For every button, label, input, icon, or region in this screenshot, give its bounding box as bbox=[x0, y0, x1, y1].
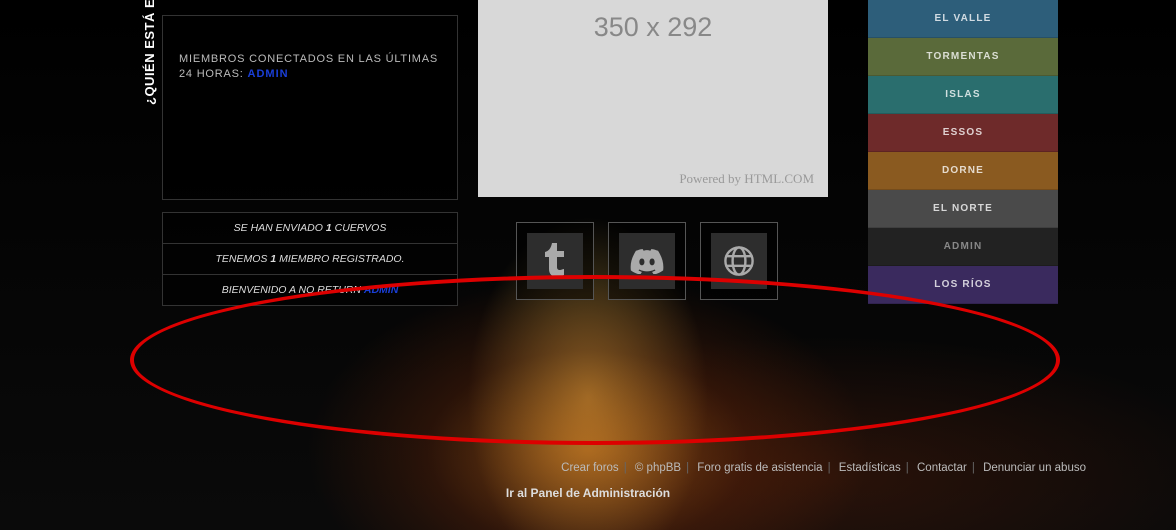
whos-online-label: ¿QUIÉN ESTÁ EN LÍNEA? bbox=[142, 0, 157, 105]
region-essos[interactable]: ESSOS bbox=[868, 114, 1058, 152]
social-icons-row bbox=[516, 222, 778, 300]
footer-link-crear-foros[interactable]: Crear foros bbox=[561, 462, 619, 474]
separator: | bbox=[619, 462, 632, 474]
online-admin-link[interactable]: ADMIN bbox=[248, 68, 289, 80]
tumblr-icon bbox=[527, 233, 583, 289]
stats-line-ravens: SE HAN ENVIADO 1 CUERVOS bbox=[163, 213, 457, 244]
footer-links: Crear foros| © phpBB| Foro gratis de asi… bbox=[561, 462, 1086, 474]
separator: | bbox=[967, 462, 980, 474]
separator: | bbox=[901, 462, 914, 474]
region-tormentas[interactable]: TORMENTAS bbox=[868, 38, 1058, 76]
region-islas[interactable]: ISLAS bbox=[868, 76, 1058, 114]
separator: | bbox=[823, 462, 836, 474]
discord-icon bbox=[619, 233, 675, 289]
web-button[interactable] bbox=[700, 222, 778, 300]
footer-link-contactar[interactable]: Contactar bbox=[917, 462, 967, 474]
stats-text: CUERVOS bbox=[332, 222, 387, 234]
placeholder-dimensions: 350 x 292 bbox=[594, 12, 713, 43]
footer-link-denunciar[interactable]: Denunciar un abuso bbox=[983, 462, 1086, 474]
regions-sidebar: EL VALLE TORMENTAS ISLAS ESSOS DORNE EL … bbox=[868, 0, 1058, 304]
stats-line-welcome: BIENVENIDO A NO RETURN ADMIN bbox=[163, 275, 457, 305]
region-dorne[interactable]: DORNE bbox=[868, 152, 1058, 190]
footer-link-estadisticas[interactable]: Estadísticas bbox=[839, 462, 901, 474]
welcome-admin-link[interactable]: ADMIN bbox=[364, 284, 398, 296]
globe-icon bbox=[711, 233, 767, 289]
stats-text: SE HAN ENVIADO bbox=[234, 222, 326, 234]
placeholder-powered-by: Powered by HTML.COM bbox=[679, 171, 814, 187]
discord-button[interactable] bbox=[608, 222, 686, 300]
image-placeholder: 350 x 292 Powered by HTML.COM bbox=[478, 0, 828, 197]
separator: | bbox=[681, 462, 694, 474]
stats-text: BIENVENIDO A NO RETURN bbox=[222, 284, 364, 296]
region-los-rios[interactable]: LOS RÍOS bbox=[868, 266, 1058, 304]
stats-text: TENEMOS bbox=[215, 253, 270, 265]
footer-link-phpbb[interactable]: © phpBB bbox=[635, 462, 681, 474]
footer-link-asistencia[interactable]: Foro gratis de asistencia bbox=[697, 462, 822, 474]
stats-line-members: TENEMOS 1 MIEMBRO REGISTRADO. bbox=[163, 244, 457, 275]
admin-panel-link[interactable]: Ir al Panel de Administración bbox=[0, 486, 1176, 500]
region-admin[interactable]: ADMIN bbox=[868, 228, 1058, 266]
region-el-norte[interactable]: EL NORTE bbox=[868, 190, 1058, 228]
stats-text: MIEMBRO REGISTRADO. bbox=[276, 253, 404, 265]
online-header-text: MIEMBROS CONECTADOS EN LAS ÚLTIMAS 24 HO… bbox=[179, 53, 438, 80]
stats-box: SE HAN ENVIADO 1 CUERVOS TENEMOS 1 MIEMB… bbox=[162, 212, 458, 306]
online-header: MIEMBROS CONECTADOS EN LAS ÚLTIMAS 24 HO… bbox=[179, 52, 441, 83]
tumblr-button[interactable] bbox=[516, 222, 594, 300]
region-el-valle[interactable]: EL VALLE bbox=[868, 0, 1058, 38]
online-members-box: MIEMBROS CONECTADOS EN LAS ÚLTIMAS 24 HO… bbox=[162, 15, 458, 200]
